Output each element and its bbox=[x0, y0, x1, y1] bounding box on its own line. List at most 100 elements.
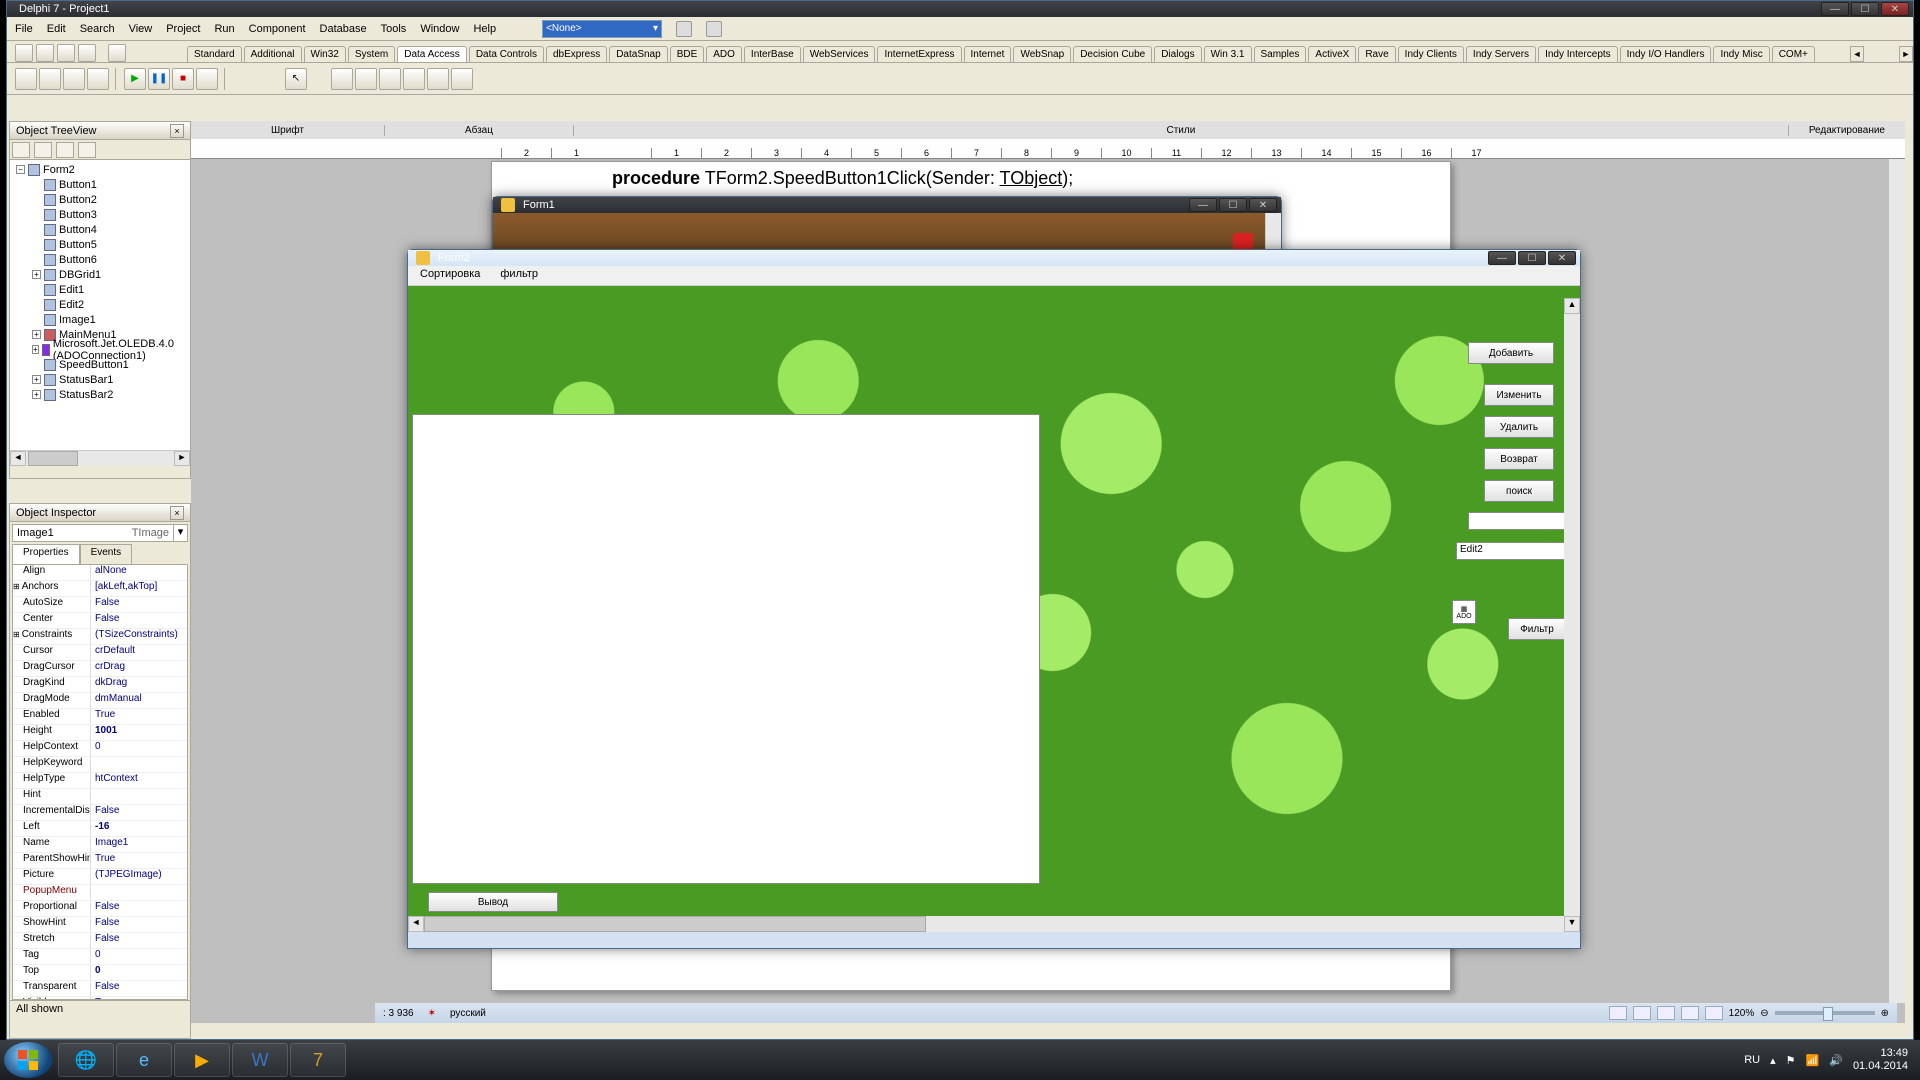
tree-node[interactable]: Button6 bbox=[12, 252, 188, 267]
palette-tab[interactable]: Internet bbox=[964, 46, 1012, 62]
palette-tab[interactable]: ActiveX bbox=[1308, 46, 1356, 62]
tree-node[interactable]: Edit2 bbox=[12, 297, 188, 312]
palette-tab[interactable]: DataSnap bbox=[609, 46, 667, 62]
form2-hscroll[interactable]: ◄► bbox=[408, 916, 1580, 932]
delete-button[interactable]: Удалить bbox=[1484, 416, 1554, 438]
menu-tools[interactable]: Tools bbox=[381, 23, 407, 35]
menu-database[interactable]: Database bbox=[320, 23, 367, 35]
palette-tab[interactable]: Indy Intercepts bbox=[1538, 46, 1618, 62]
tool-open[interactable] bbox=[36, 44, 54, 62]
palette-comp-2[interactable] bbox=[355, 68, 377, 90]
tv-tool-2[interactable] bbox=[34, 142, 52, 158]
menu-run[interactable]: Run bbox=[214, 23, 234, 35]
status-lang[interactable]: русский bbox=[450, 1008, 486, 1019]
ado-connection-icon[interactable]: ▦ADO bbox=[1452, 600, 1476, 624]
palette-tab[interactable]: ADO bbox=[706, 46, 742, 62]
zoom-slider[interactable] bbox=[1775, 1011, 1875, 1015]
search-button[interactable]: поиск bbox=[1484, 480, 1554, 502]
form2-menu-sort[interactable]: Сортировка bbox=[420, 268, 480, 283]
menu-file[interactable]: File bbox=[15, 23, 33, 35]
form2-close[interactable]: ✕ bbox=[1548, 251, 1576, 265]
tree-node[interactable]: +StatusBar2 bbox=[12, 387, 188, 402]
palette-tab[interactable]: Indy Misc bbox=[1713, 46, 1769, 62]
property-row[interactable]: DragModedmManual bbox=[13, 693, 187, 709]
property-row[interactable]: HelpContext0 bbox=[13, 741, 187, 757]
property-row[interactable]: Constraints(TSizeConstraints) bbox=[13, 629, 187, 645]
property-row[interactable]: AutoSizeFalse bbox=[13, 597, 187, 613]
doc-vscroll[interactable] bbox=[1889, 159, 1905, 1003]
tool-new-form[interactable] bbox=[15, 68, 37, 90]
property-row[interactable]: Picture(TJPEGImage) bbox=[13, 869, 187, 885]
palette-tab[interactable]: COM+ bbox=[1772, 46, 1815, 62]
palette-comp-1[interactable] bbox=[331, 68, 353, 90]
tree-node[interactable]: Button2 bbox=[12, 192, 188, 207]
pause-button[interactable]: ❚❚ bbox=[148, 68, 170, 90]
palette-tab[interactable]: Dialogs bbox=[1154, 46, 1201, 62]
palette-comp-6[interactable] bbox=[451, 68, 473, 90]
run-button[interactable]: ▶ bbox=[124, 68, 146, 90]
tool-save[interactable] bbox=[57, 44, 75, 62]
taskbar-ie[interactable]: e bbox=[116, 1043, 172, 1077]
property-row[interactable]: Left-16 bbox=[13, 821, 187, 837]
form2-menu-filter[interactable]: фильтр bbox=[500, 268, 538, 283]
property-row[interactable]: Hint bbox=[13, 789, 187, 805]
palette-tab[interactable]: Additional bbox=[244, 46, 302, 62]
property-row[interactable]: Anchors[akLeft,akTop] bbox=[13, 581, 187, 597]
delphi-titlebar[interactable]: Delphi 7 - Project1 — ☐ ✕ bbox=[7, 1, 1913, 17]
form2-vscroll[interactable]: ▲▼ bbox=[1564, 298, 1580, 932]
tv-tool-up[interactable] bbox=[56, 142, 74, 158]
palette-tab[interactable]: InterBase bbox=[744, 46, 801, 62]
stop-button[interactable]: ■ bbox=[172, 68, 194, 90]
toolbar-icon[interactable] bbox=[706, 21, 722, 37]
property-row[interactable]: CursorcrDefault bbox=[13, 645, 187, 661]
menu-help[interactable]: Help bbox=[473, 23, 496, 35]
exit-button[interactable]: Вывод bbox=[428, 892, 558, 912]
form2-designer[interactable]: Form2 — ☐ ✕ Сортировка фильтр Добавить И… bbox=[407, 249, 1581, 949]
palette-tab[interactable]: Win32 bbox=[304, 46, 346, 62]
tree-node[interactable]: +Microsoft.Jet.OLEDB.4.0 (ADOConnection1… bbox=[12, 342, 188, 357]
tabs-scroll-left[interactable]: ◄ bbox=[1850, 46, 1864, 62]
palette-comp-3[interactable] bbox=[379, 68, 401, 90]
treeview-close[interactable]: × bbox=[170, 124, 184, 138]
dbgrid1[interactable] bbox=[412, 414, 1040, 884]
edit2-input[interactable]: Edit2 bbox=[1456, 542, 1576, 560]
close-button[interactable]: ✕ bbox=[1881, 2, 1909, 16]
tree-node[interactable]: Button4 bbox=[12, 222, 188, 237]
edit1-input[interactable] bbox=[1468, 512, 1566, 530]
tree-node[interactable]: +StatusBar1 bbox=[12, 372, 188, 387]
properties-grid[interactable]: AlignalNoneAnchors[akLeft,akTop]AutoSize… bbox=[12, 564, 188, 1000]
property-row[interactable]: TransparentFalse bbox=[13, 981, 187, 997]
property-row[interactable]: DragCursorcrDrag bbox=[13, 661, 187, 677]
taskbar-wmp[interactable]: ▶ bbox=[174, 1043, 230, 1077]
zoom-in[interactable]: ⊕ bbox=[1881, 1008, 1889, 1019]
step-button[interactable] bbox=[196, 68, 218, 90]
filter-button[interactable]: Фильтр bbox=[1508, 618, 1566, 640]
palette-tab[interactable]: Standard bbox=[187, 46, 242, 62]
property-row[interactable]: Top0 bbox=[13, 965, 187, 981]
palette-tab[interactable]: WebServices bbox=[803, 46, 876, 62]
tree-node[interactable]: +DBGrid1 bbox=[12, 267, 188, 282]
toolbar-icon[interactable] bbox=[676, 21, 692, 37]
view-mode-4[interactable] bbox=[1681, 1006, 1699, 1020]
tray-flag-icon[interactable]: ⚑ bbox=[1786, 1054, 1796, 1067]
component-combo[interactable]: <None>▾ bbox=[542, 20, 662, 38]
minimize-button[interactable]: — bbox=[1821, 2, 1849, 16]
form1-maximize[interactable]: ☐ bbox=[1219, 198, 1247, 212]
tray-volume-icon[interactable]: 🔊 bbox=[1829, 1054, 1843, 1067]
tabs-scroll-right[interactable]: ► bbox=[1899, 46, 1913, 62]
tray-clock[interactable]: 13:4901.04.2014 bbox=[1853, 1047, 1908, 1073]
tree-hscroll[interactable]: ◄► bbox=[10, 450, 190, 466]
property-row[interactable]: IncrementalDisplayFalse bbox=[13, 805, 187, 821]
section-font[interactable]: Шрифт bbox=[191, 125, 385, 136]
tree-node[interactable]: Image1 bbox=[12, 312, 188, 327]
palette-tab[interactable]: InternetExpress bbox=[877, 46, 961, 62]
view-mode-3[interactable] bbox=[1657, 1006, 1675, 1020]
property-row[interactable]: ProportionalFalse bbox=[13, 901, 187, 917]
tool-new[interactable] bbox=[15, 44, 33, 62]
tray-show-hidden-icon[interactable]: ▴ bbox=[1770, 1054, 1776, 1067]
palette-pointer[interactable]: ↖ bbox=[285, 68, 307, 90]
palette-tab[interactable]: Samples bbox=[1254, 46, 1307, 62]
tool-help[interactable] bbox=[108, 44, 126, 62]
tree-node[interactable]: Edit1 bbox=[12, 282, 188, 297]
form2-maximize[interactable]: ☐ bbox=[1518, 251, 1546, 265]
